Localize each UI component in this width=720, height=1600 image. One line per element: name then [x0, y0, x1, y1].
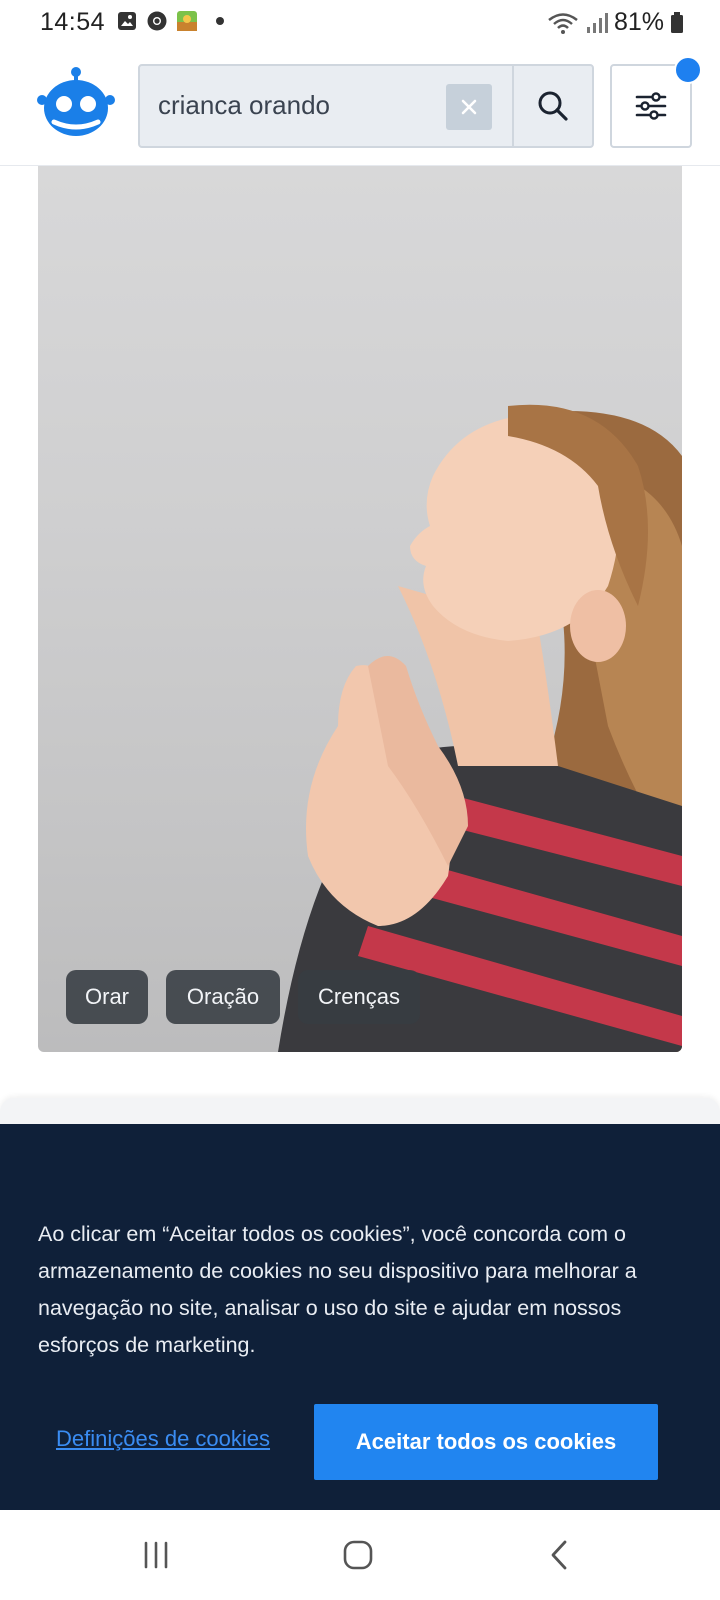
back-icon	[551, 1540, 567, 1570]
chrome-icon	[147, 11, 167, 31]
tag-orar[interactable]: Orar	[66, 970, 148, 1024]
search-button[interactable]	[512, 66, 592, 146]
close-icon	[461, 99, 477, 115]
home-button[interactable]	[328, 1532, 388, 1578]
recent-apps-button[interactable]	[126, 1532, 186, 1578]
battery-icon	[671, 11, 683, 33]
search-bar: crianca orando	[138, 64, 594, 148]
cookie-settings-link[interactable]: Definições de cookies	[56, 1426, 270, 1452]
notification-icons	[116, 10, 224, 32]
filter-indicator-badge	[674, 56, 702, 84]
tag-crencas[interactable]: Crenças	[298, 970, 420, 1024]
search-input[interactable]: crianca orando	[158, 90, 330, 121]
back-button[interactable]	[530, 1532, 590, 1578]
cookie-banner: Ao clicar em “Aceitar todos os cookies”,…	[0, 1124, 720, 1510]
sliders-icon	[635, 92, 667, 120]
game-app-icon	[177, 11, 197, 31]
photo-child-praying	[278, 404, 682, 1052]
gallery-icon	[118, 12, 136, 30]
battery-percentage: 81%	[613, 8, 664, 36]
signal-icon	[586, 12, 608, 33]
cookie-consent-text: Ao clicar em “Aceitar todos os cookies”,…	[38, 1222, 637, 1357]
clear-search-button[interactable]	[446, 84, 492, 130]
wifi-icon	[548, 12, 578, 34]
status-time: 14:54	[40, 8, 106, 36]
more-notifications-dot	[216, 17, 224, 25]
status-bar: 14:54 81%	[0, 0, 720, 48]
system-navigation-bar	[0, 1510, 720, 1600]
status-right: 81%	[546, 8, 684, 37]
home-icon	[343, 1540, 373, 1570]
app-header: crianca orando	[0, 48, 720, 166]
tag-oracao[interactable]: Oração	[166, 970, 280, 1024]
recent-apps-icon	[144, 1541, 168, 1569]
image-result-card[interactable]: Orar Oração Crenças	[38, 166, 682, 1052]
search-icon	[538, 91, 568, 121]
robot-logo-icon[interactable]	[36, 62, 116, 142]
accept-all-cookies-button[interactable]: Aceitar todos os cookies	[314, 1404, 658, 1480]
